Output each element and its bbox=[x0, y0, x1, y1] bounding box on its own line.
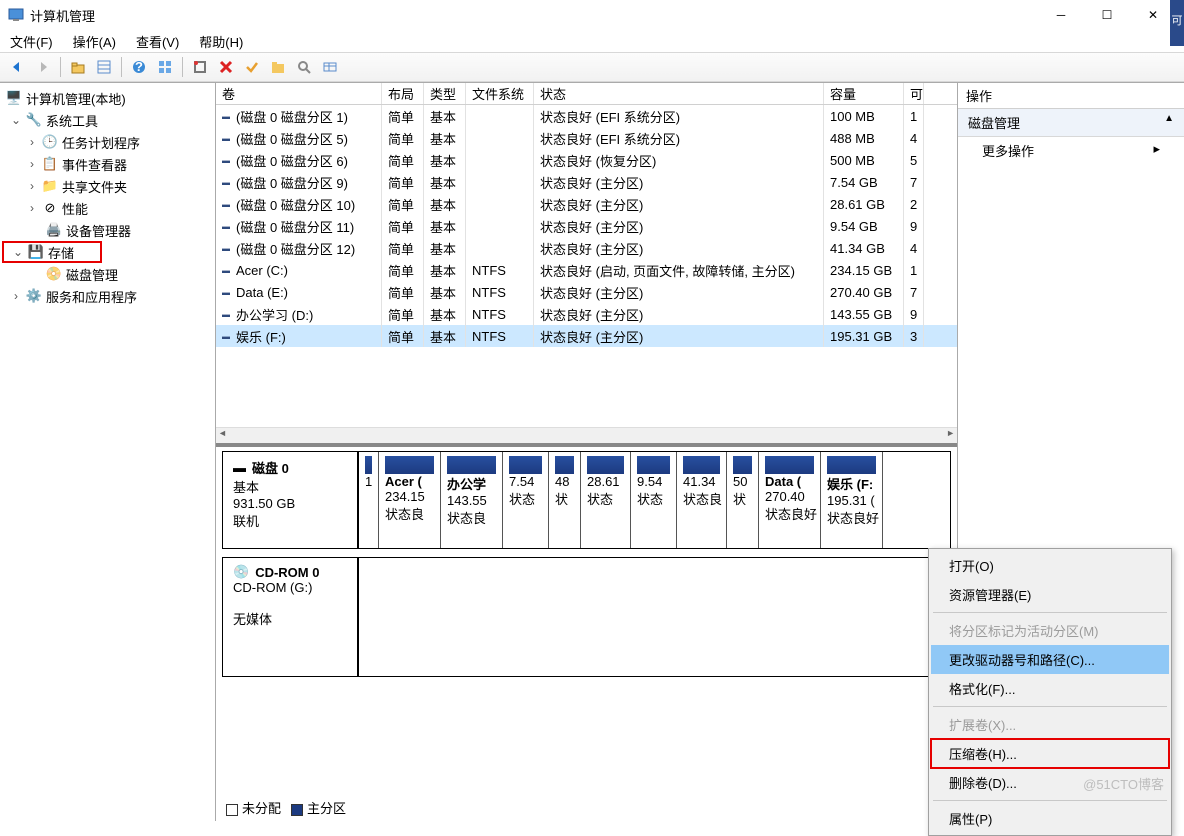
partition[interactable]: 7.54状态 bbox=[503, 452, 549, 548]
volume-table: 卷 布局 类型 文件系统 状态 容量 可 (磁盘 0 磁盘分区 1)简单基本状态… bbox=[216, 83, 957, 443]
tree-devmgr[interactable]: 🖨️设备管理器 bbox=[2, 219, 213, 241]
disk-0-partitions: 1Acer (234.15状态良办公学143.55状态良7.54状态48状28.… bbox=[358, 451, 951, 549]
menu-view[interactable]: 查看(V) bbox=[132, 30, 183, 53]
tiles-view-icon[interactable] bbox=[154, 56, 176, 78]
nav-tree[interactable]: 🖥️计算机管理(本地) ⌄🔧系统工具 ›🕒任务计划程序 ›📋事件查看器 ›📁共享… bbox=[0, 83, 216, 821]
ctx-shrink[interactable]: 压缩卷(H)... bbox=[931, 739, 1169, 768]
table-row[interactable]: Data (E:)简单基本NTFS状态良好 (主分区)270.40 GB7 bbox=[216, 281, 957, 303]
graphical-pane: ▬磁盘 0 基本 931.50 GB 联机 1Acer (234.15状态良办公… bbox=[216, 443, 957, 821]
details-icon[interactable] bbox=[319, 56, 341, 78]
h-scrollbar[interactable] bbox=[216, 427, 957, 443]
table-row[interactable]: (磁盘 0 磁盘分区 12)简单基本状态良好 (主分区)41.34 GB4 bbox=[216, 237, 957, 259]
tree-diskmgmt[interactable]: 📀磁盘管理 bbox=[2, 263, 213, 285]
up-button[interactable] bbox=[67, 56, 89, 78]
legend: 未分配 主分区 bbox=[226, 798, 346, 817]
disk-0-block: ▬磁盘 0 基本 931.50 GB 联机 1Acer (234.15状态良办公… bbox=[222, 451, 951, 549]
partition[interactable]: 41.34状态良 bbox=[677, 452, 727, 548]
partition[interactable]: 1 bbox=[359, 452, 379, 548]
list-view-icon[interactable] bbox=[93, 56, 115, 78]
actions-more[interactable]: 更多操作▸ bbox=[958, 137, 1184, 164]
actions-title: 操作 bbox=[958, 83, 1184, 109]
partition[interactable]: 48状 bbox=[549, 452, 581, 548]
col-layout: 布局 bbox=[382, 83, 424, 104]
menu-file[interactable]: 文件(F) bbox=[6, 30, 57, 53]
title-bar: 计算机管理 ─ ☐ ✕ bbox=[0, 0, 1184, 30]
table-row[interactable]: (磁盘 0 磁盘分区 5)简单基本状态良好 (EFI 系统分区)488 MB4 bbox=[216, 127, 957, 149]
partition[interactable]: 9.54状态 bbox=[631, 452, 677, 548]
ctx-explorer[interactable]: 资源管理器(E) bbox=[931, 580, 1169, 609]
ctx-change-letter[interactable]: 更改驱动器号和路径(C)... bbox=[931, 645, 1169, 674]
col-capacity: 容量 bbox=[824, 83, 904, 104]
tree-root[interactable]: 🖥️计算机管理(本地) bbox=[2, 87, 213, 109]
tree-services[interactable]: ›⚙️服务和应用程序 bbox=[2, 285, 213, 307]
table-row[interactable]: 娱乐 (F:)简单基本NTFS状态良好 (主分区)195.31 GB3 bbox=[216, 325, 957, 347]
check-icon[interactable] bbox=[241, 56, 263, 78]
delete-icon[interactable] bbox=[215, 56, 237, 78]
toolbar: ? bbox=[0, 52, 1184, 82]
ctx-props[interactable]: 属性(P) bbox=[931, 804, 1169, 833]
partition[interactable]: 28.61状态 bbox=[581, 452, 631, 548]
cdrom-block: 💿CD-ROM 0 CD-ROM (G:) 无媒体 bbox=[222, 557, 951, 677]
table-body: (磁盘 0 磁盘分区 1)简单基本状态良好 (EFI 系统分区)100 MB1(… bbox=[216, 105, 957, 347]
tree-sharedfolders[interactable]: ›📁共享文件夹 bbox=[2, 175, 213, 197]
center-pane: 卷 布局 类型 文件系统 状态 容量 可 (磁盘 0 磁盘分区 1)简单基本状态… bbox=[216, 83, 958, 821]
app-icon bbox=[8, 7, 24, 23]
partition[interactable]: Data (270.40状态良好 bbox=[759, 452, 821, 548]
table-row[interactable]: (磁盘 0 磁盘分区 1)简单基本状态良好 (EFI 系统分区)100 MB1 bbox=[216, 105, 957, 127]
side-strip: 可 bbox=[1170, 0, 1184, 46]
actions-section[interactable]: 磁盘管理▲ bbox=[958, 109, 1184, 137]
minimize-button[interactable]: ─ bbox=[1038, 0, 1084, 30]
table-row[interactable]: 办公学习 (D:)简单基本NTFS状态良好 (主分区)143.55 GB9 bbox=[216, 303, 957, 325]
ctx-mark-active: 将分区标记为活动分区(M) bbox=[931, 616, 1169, 645]
watermark: @51CTO博客 bbox=[1083, 774, 1164, 793]
ctx-format[interactable]: 格式化(F)... bbox=[931, 674, 1169, 703]
tree-scheduler[interactable]: ›🕒任务计划程序 bbox=[2, 131, 213, 153]
tree-systools[interactable]: ⌄🔧系统工具 bbox=[2, 109, 213, 131]
table-row[interactable]: Acer (C:)简单基本NTFS状态良好 (启动, 页面文件, 故障转储, 主… bbox=[216, 259, 957, 281]
forward-button[interactable] bbox=[32, 56, 54, 78]
tree-storage[interactable]: ⌄💾存储 bbox=[2, 241, 102, 263]
partition[interactable]: Acer (234.15状态良 bbox=[379, 452, 441, 548]
col-volume: 卷 bbox=[216, 83, 382, 104]
tree-eventviewer[interactable]: ›📋事件查看器 bbox=[2, 153, 213, 175]
search-icon[interactable] bbox=[293, 56, 315, 78]
refresh-icon[interactable] bbox=[189, 56, 211, 78]
disk-0-info[interactable]: ▬磁盘 0 基本 931.50 GB 联机 bbox=[222, 451, 358, 549]
table-row[interactable]: (磁盘 0 磁盘分区 10)简单基本状态良好 (主分区)28.61 GB2 bbox=[216, 193, 957, 215]
table-row[interactable]: (磁盘 0 磁盘分区 11)简单基本状态良好 (主分区)9.54 GB9 bbox=[216, 215, 957, 237]
col-type: 类型 bbox=[424, 83, 466, 104]
folder-icon[interactable] bbox=[267, 56, 289, 78]
table-header[interactable]: 卷 布局 类型 文件系统 状态 容量 可 bbox=[216, 83, 957, 105]
col-free: 可 bbox=[904, 83, 924, 104]
col-fs: 文件系统 bbox=[466, 83, 534, 104]
table-row[interactable]: (磁盘 0 磁盘分区 9)简单基本状态良好 (主分区)7.54 GB7 bbox=[216, 171, 957, 193]
back-button[interactable] bbox=[6, 56, 28, 78]
svg-text:?: ? bbox=[135, 60, 143, 74]
menu-help[interactable]: 帮助(H) bbox=[195, 30, 247, 53]
partition[interactable]: 办公学143.55状态良 bbox=[441, 452, 503, 548]
ctx-open[interactable]: 打开(O) bbox=[931, 551, 1169, 580]
col-status: 状态 bbox=[534, 83, 824, 104]
partition[interactable]: 50状 bbox=[727, 452, 759, 548]
table-row[interactable]: (磁盘 0 磁盘分区 6)简单基本状态良好 (恢复分区)500 MB5 bbox=[216, 149, 957, 171]
ctx-extend: 扩展卷(X)... bbox=[931, 710, 1169, 739]
partition[interactable]: 娱乐 (F:195.31 (状态良好 bbox=[821, 452, 883, 548]
cdrom-info[interactable]: 💿CD-ROM 0 CD-ROM (G:) 无媒体 bbox=[222, 557, 358, 677]
menu-action[interactable]: 操作(A) bbox=[69, 30, 120, 53]
help-icon[interactable]: ? bbox=[128, 56, 150, 78]
maximize-button[interactable]: ☐ bbox=[1084, 0, 1130, 30]
menu-bar: 文件(F) 操作(A) 查看(V) 帮助(H) bbox=[0, 30, 1184, 52]
window-title: 计算机管理 bbox=[30, 6, 1038, 25]
cdrom-empty bbox=[358, 557, 951, 677]
tree-performance[interactable]: ›⊘性能 bbox=[2, 197, 213, 219]
